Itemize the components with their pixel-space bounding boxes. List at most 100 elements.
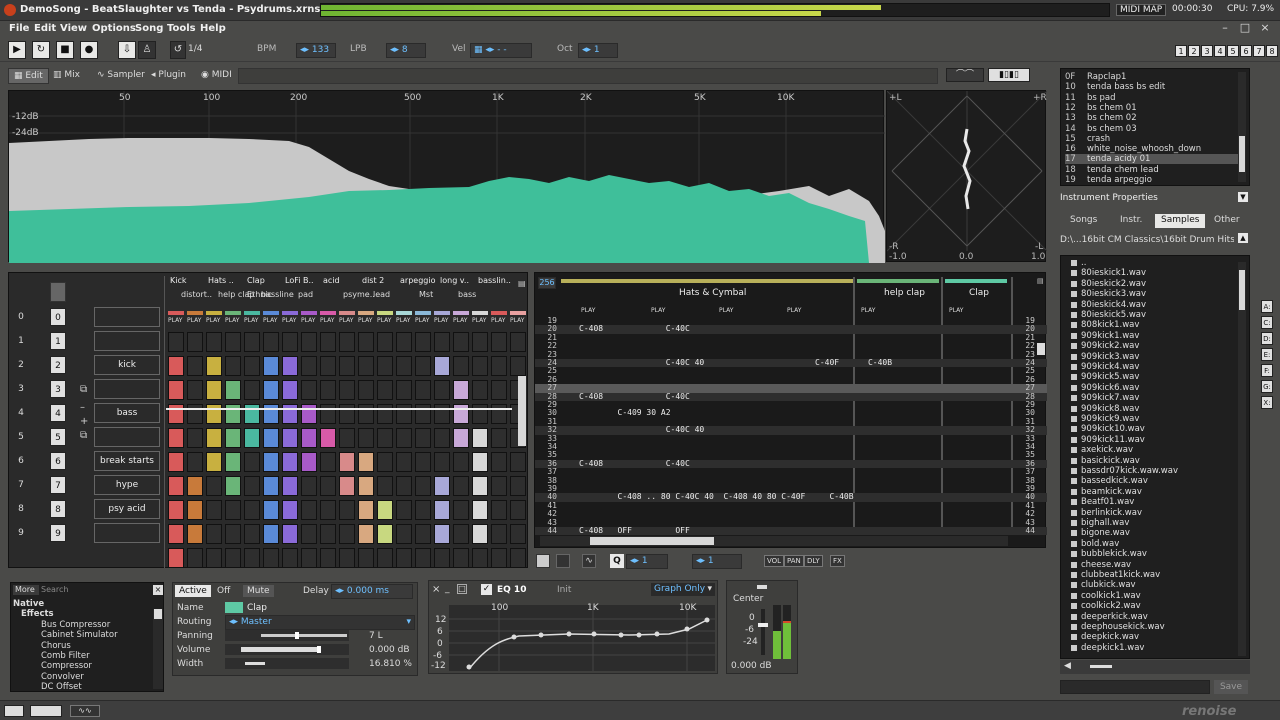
bpm-field[interactable]: ◂▸ 133 [296, 43, 336, 58]
sequence-pattern-number[interactable]: 0 [50, 308, 66, 326]
pattern-row[interactable]: 28 C-408 C-40C 28 [535, 392, 1047, 401]
matrix-slot[interactable] [301, 500, 317, 520]
undo-icon[interactable]: ↺ [170, 41, 186, 59]
track-name[interactable]: pad [298, 290, 313, 299]
instrument-scrollbar[interactable] [1238, 72, 1246, 182]
matrix-slot[interactable] [472, 356, 488, 376]
pattern-slot-2[interactable]: 2 [1188, 45, 1200, 57]
tab-mix[interactable]: ▥ Mix [48, 68, 85, 84]
matrix-slot[interactable] [301, 548, 317, 568]
matrix-scrollbar[interactable] [518, 376, 526, 446]
matrix-slot[interactable] [453, 332, 469, 352]
matrix-slot[interactable] [396, 380, 412, 400]
record-button[interactable]: ● [80, 41, 98, 59]
sample-file-row[interactable]: beamkick.wav [1071, 487, 1142, 497]
matrix-slot[interactable] [301, 380, 317, 400]
matrix-slot[interactable] [206, 500, 222, 520]
sample-file-row[interactable]: bigone.wav [1071, 528, 1130, 538]
sequence-section-name[interactable]: hype [94, 475, 160, 495]
velocity-field[interactable]: ▦ ◂▸ - - [470, 43, 532, 58]
preview-bar[interactable]: ◀ [1060, 660, 1250, 674]
matrix-slot[interactable] [453, 500, 469, 520]
matrix-slot[interactable] [415, 404, 431, 424]
sample-file-row[interactable]: 909kick9.wav [1070, 414, 1139, 424]
sequence-pattern-number[interactable]: 2 [50, 356, 66, 374]
matrix-slot[interactable] [434, 404, 450, 424]
sequence-index[interactable]: 7 [14, 476, 28, 494]
matrix-slot[interactable] [339, 548, 355, 568]
pattern-hscrollbar[interactable] [540, 536, 1008, 546]
matrix-slot[interactable] [339, 476, 355, 496]
sample-file-row[interactable]: basickick.wav [1071, 456, 1140, 466]
matrix-slot[interactable] [282, 500, 298, 520]
matrix-slot[interactable] [282, 524, 298, 544]
volume-slider[interactable] [225, 644, 349, 655]
sample-file-row[interactable]: 909kick11.wav [1071, 435, 1145, 445]
matrix-slot[interactable] [491, 548, 507, 568]
pattern-row[interactable]: 30 C-409 30 A2 30 [535, 408, 1047, 417]
sequence-pattern-number[interactable]: 4 [50, 404, 66, 422]
sequence-section-name[interactable] [94, 331, 160, 351]
automation-icon[interactable]: ∿ [582, 554, 596, 568]
matrix-slot[interactable] [187, 380, 203, 400]
matrix-slot[interactable] [510, 452, 526, 472]
matrix-slot[interactable] [377, 548, 393, 568]
matrix-slot[interactable] [282, 332, 298, 352]
device-enabled-checkbox[interactable]: ✓ [481, 584, 492, 595]
pattern-slot-8[interactable]: 8 [1266, 45, 1278, 57]
matrix-slot[interactable] [377, 404, 393, 424]
sample-file-row[interactable]: clubbeat1kick.wav [1070, 570, 1160, 580]
sample-file-row[interactable]: bassdr07kick.waw.wav [1071, 466, 1178, 476]
tab-plugin[interactable]: ◂ Plugin [146, 68, 191, 84]
follow-button[interactable]: ⇩ [118, 41, 136, 59]
track-view-icon[interactable] [536, 554, 550, 568]
matrix-slot[interactable] [225, 500, 241, 520]
sequence-index[interactable]: 4 [14, 404, 28, 422]
matrix-slot[interactable] [453, 548, 469, 568]
matrix-slot[interactable] [377, 428, 393, 448]
matrix-slot[interactable] [396, 500, 412, 520]
matrix-slot[interactable] [415, 428, 431, 448]
instrument-row[interactable]: 16 white_noise_whoosh_down [1065, 144, 1201, 154]
matrix-slot[interactable] [358, 524, 374, 544]
track-name[interactable]: distort.. [181, 290, 212, 299]
track-name[interactable]: Mst [419, 290, 433, 299]
fx-column-toggle[interactable]: FX [830, 555, 845, 567]
matrix-slot[interactable] [263, 524, 279, 544]
matrix-slot[interactable] [491, 404, 507, 424]
pattern-slot-7[interactable]: 7 [1253, 45, 1265, 57]
sample-file-row[interactable]: deepkick.wav [1070, 632, 1139, 642]
vol-column-toggle[interactable]: VOL [764, 555, 785, 567]
matrix-slot[interactable] [206, 356, 222, 376]
matrix-slot[interactable] [415, 476, 431, 496]
sequence-index[interactable]: 0 [14, 308, 28, 326]
pattern-editor[interactable]: 256 Hats & Cymbal help clap Clap PLAY PLA… [534, 272, 1047, 548]
sequence-section-name[interactable]: bass [94, 403, 160, 423]
matrix-slot[interactable] [415, 500, 431, 520]
sequence-section-name[interactable]: break starts [94, 451, 160, 471]
sample-file-row[interactable]: deephousekick.wav [1071, 622, 1165, 632]
eq-mode-select[interactable]: Graph Only ▾ [651, 583, 715, 596]
matrix-slot[interactable] [453, 452, 469, 472]
matrix-slot[interactable] [320, 476, 336, 496]
matrix-top-cell[interactable] [50, 282, 66, 302]
drive-button[interactable]: A: [1261, 300, 1273, 313]
matrix-slot[interactable] [377, 500, 393, 520]
pattern-slot-5[interactable]: 5 [1227, 45, 1239, 57]
sequence-section-name[interactable] [94, 379, 160, 399]
matrix-slot[interactable] [472, 428, 488, 448]
sample-file-row[interactable]: 909kick1.wav [1070, 331, 1139, 341]
matrix-slot[interactable] [187, 356, 203, 376]
matrix-slot[interactable] [263, 428, 279, 448]
save-button[interactable]: Save [1214, 680, 1248, 694]
matrix-slot[interactable] [396, 476, 412, 496]
matrix-slot[interactable] [377, 356, 393, 376]
maximize-icon[interactable]: □ [1238, 21, 1252, 35]
instrument-row[interactable]: 14 bs chem 03 [1065, 124, 1137, 134]
track-name-value[interactable]: Clap [247, 603, 267, 613]
matrix-slot[interactable] [244, 332, 260, 352]
matrix-slot[interactable] [263, 452, 279, 472]
pattern-row[interactable]: 26 26 [535, 375, 1047, 384]
matrix-slot[interactable] [244, 356, 260, 376]
tab-sampler[interactable]: ∿ Sampler [92, 68, 150, 84]
